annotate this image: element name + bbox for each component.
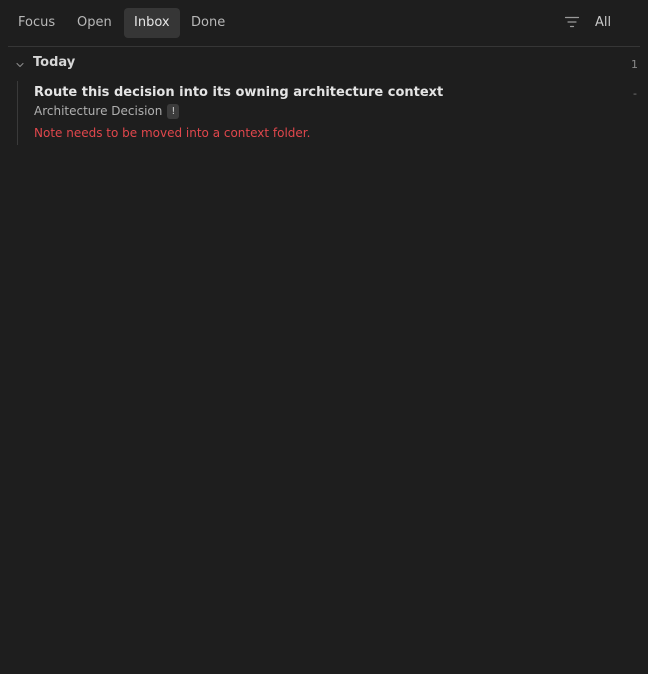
group-header-today[interactable]: Today 1	[8, 52, 640, 76]
toolbar: Focus Open Inbox Done All	[8, 0, 640, 47]
group-title: Today	[33, 55, 76, 70]
warning-badge: !	[167, 104, 180, 119]
tab-open[interactable]: Open	[67, 8, 122, 38]
chevron-down-icon[interactable]	[15, 60, 25, 70]
tab-done[interactable]: Done	[181, 8, 235, 38]
filter-icon[interactable]	[564, 14, 580, 30]
tab-inbox[interactable]: Inbox	[124, 8, 180, 38]
group-count: 1	[631, 58, 638, 71]
item-type: Architecture Decision!	[34, 104, 180, 119]
tab-focus[interactable]: Focus	[8, 8, 65, 38]
item-error-note: Note needs to be moved into a context fo…	[34, 126, 311, 140]
item-meta: -	[633, 87, 637, 100]
item-type-label: Architecture Decision	[34, 104, 163, 118]
item-title[interactable]: Route this decision into its owning arch…	[34, 85, 443, 100]
list-item[interactable]: Route this decision into its owning arch…	[17, 81, 640, 145]
task-panel: Focus Open Inbox Done All Today 1 Route …	[0, 0, 648, 674]
filter-dropdown[interactable]: All	[595, 8, 611, 38]
